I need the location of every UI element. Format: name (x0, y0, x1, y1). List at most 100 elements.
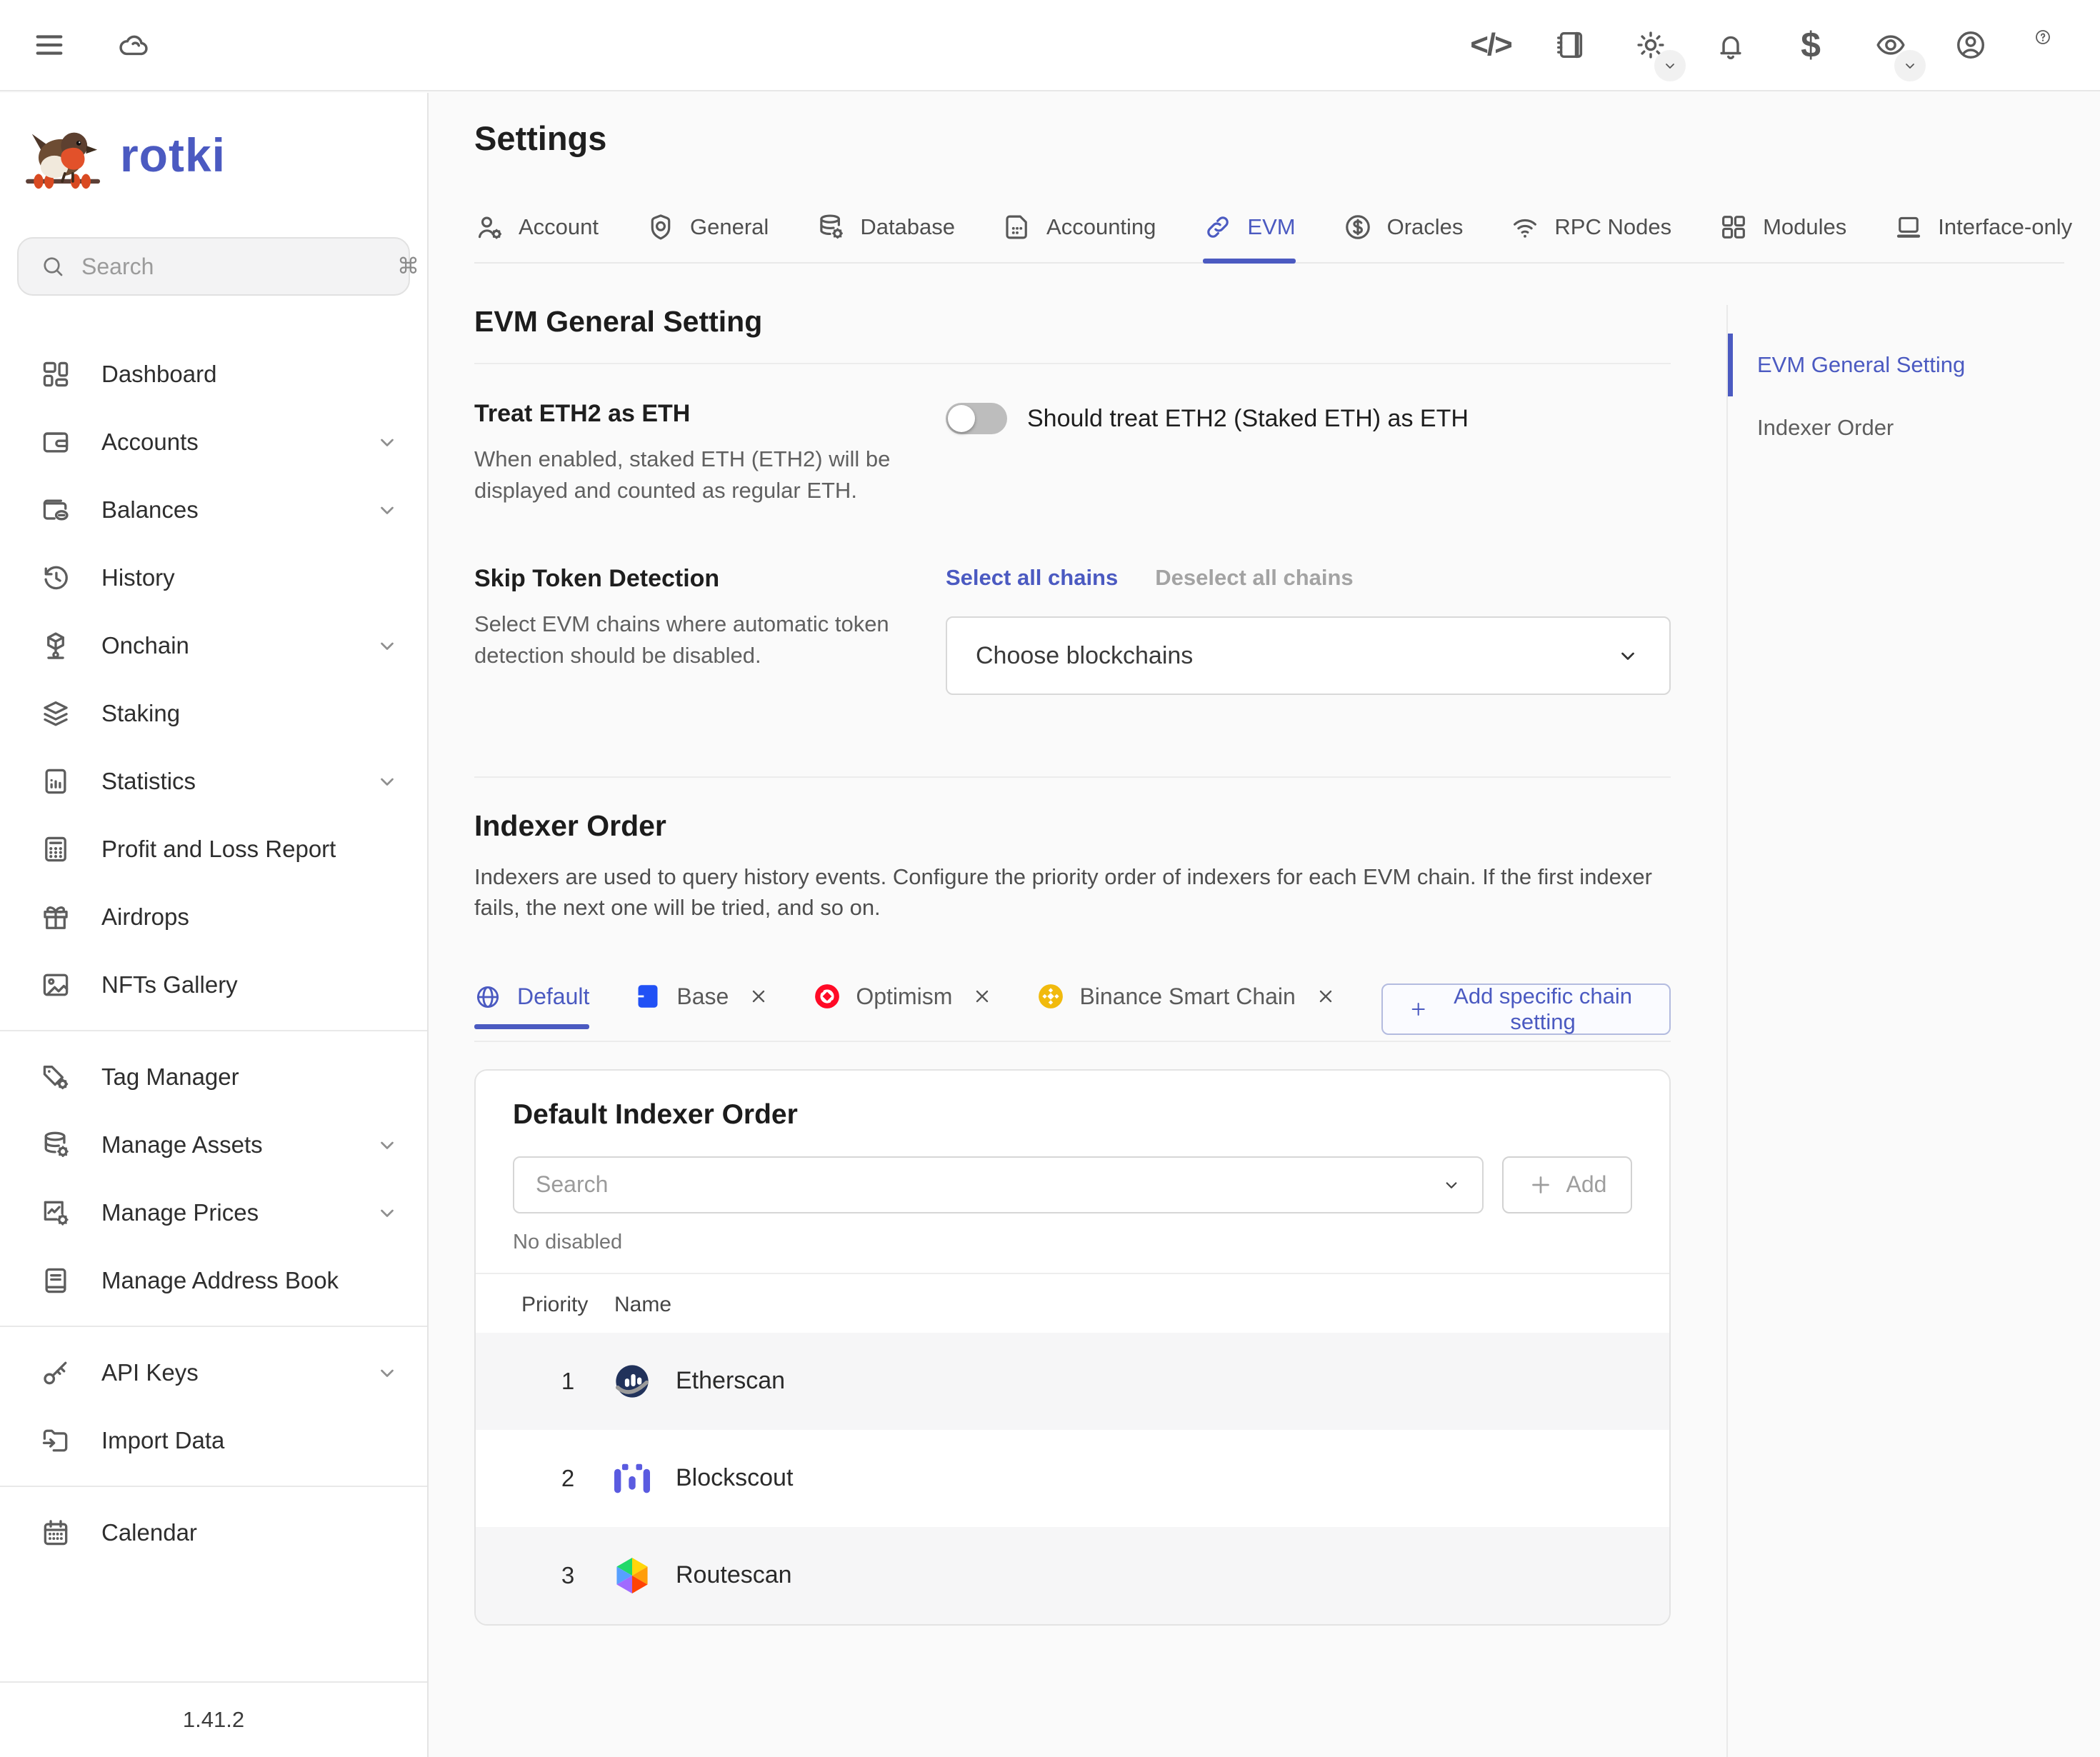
theme-dropdown-badge[interactable] (1654, 50, 1686, 81)
skip-token-setting: Skip Token Detection Select EVM chains w… (474, 538, 1671, 726)
chevron-down-icon[interactable] (374, 1360, 400, 1386)
sidebar-item-nfts-gallery[interactable]: NFTs Gallery (0, 951, 427, 1018)
file-dots-icon (1002, 212, 1032, 242)
logo[interactable]: rotki (0, 93, 427, 197)
indexer-search-select[interactable] (513, 1156, 1484, 1213)
privacy-dropdown-badge[interactable] (1894, 50, 1926, 81)
routescan-logo-icon (614, 1558, 650, 1593)
sidebar-item-import-data[interactable]: Import Data (0, 1406, 427, 1474)
menu-button[interactable] (29, 24, 70, 66)
add-indexer-button[interactable]: Add (1502, 1156, 1632, 1213)
sidebar-nav: Dashboard Accounts Balances History Onch… (0, 340, 427, 1566)
dashboard-grid-icon (40, 359, 71, 390)
journal-icon (1554, 29, 1587, 61)
add-specific-chain-button[interactable]: Add specific chain setting (1381, 983, 1671, 1035)
tab-modules[interactable]: Modules (1719, 212, 1846, 262)
sidebar-item-pnl-report[interactable]: Profit and Loss Report (0, 815, 427, 883)
chevron-down-icon[interactable] (374, 1132, 400, 1158)
sidebar-item-statistics[interactable]: Statistics (0, 747, 427, 815)
treat-eth2-setting: Treat ETH2 as ETH When enabled, staked E… (474, 364, 1671, 538)
chevron-down-icon (1901, 57, 1919, 74)
sidebar-item-accounts[interactable]: Accounts (0, 408, 427, 476)
treat-eth2-toggle[interactable] (946, 403, 1007, 434)
plus-icon (1409, 997, 1428, 1021)
select-all-chains-link[interactable]: Select all chains (946, 565, 1118, 591)
column-priority: Priority (521, 1293, 614, 1317)
chain-tab-label: Base (676, 983, 729, 1010)
account-button[interactable] (1950, 24, 1991, 66)
sidebar-item-manage-assets[interactable]: Manage Assets (0, 1111, 427, 1178)
sidebar-item-staking[interactable]: Staking (0, 679, 427, 747)
dev-console-button[interactable]: </> (1470, 24, 1511, 66)
section-nav-indexer-order[interactable]: Indexer Order (1728, 396, 2071, 459)
tag-gear-icon (40, 1061, 71, 1093)
help-button[interactable] (2030, 24, 2071, 66)
chain-tab-base[interactable]: Base (635, 983, 769, 1028)
sidebar-item-label: API Keys (101, 1359, 374, 1386)
chain-tab-optimism[interactable]: Optimism (814, 983, 992, 1028)
chain-tab-binance-smart-chain[interactable]: Binance Smart Chain (1038, 983, 1335, 1028)
chevron-down-icon (1661, 57, 1679, 74)
divider (0, 1486, 427, 1487)
currency-button[interactable]: $ (1790, 24, 1831, 66)
sidebar-item-history[interactable]: History (0, 544, 427, 611)
tab-accounting[interactable]: Accounting (1002, 212, 1156, 262)
close-icon[interactable] (749, 986, 769, 1006)
indexer-search-input[interactable] (536, 1171, 1441, 1198)
tab-rpc-nodes[interactable]: RPC Nodes (1510, 212, 1671, 262)
key-icon (40, 1357, 71, 1388)
shield-icon (646, 212, 676, 242)
chevron-down-icon[interactable] (374, 1200, 400, 1226)
tab-general[interactable]: General (646, 212, 769, 262)
tab-interface-only[interactable]: Interface-only (1894, 212, 2072, 262)
sidebar-item-api-keys[interactable]: API Keys (0, 1338, 427, 1406)
sidebar-item-tag-manager[interactable]: Tag Manager (0, 1043, 427, 1111)
page-title: Settings (474, 119, 2100, 158)
deselect-all-chains-link[interactable]: Deselect all chains (1155, 565, 1353, 591)
table-row[interactable]: 1 Etherscan (476, 1333, 1669, 1430)
sidebar-item-onchain[interactable]: Onchain (0, 611, 427, 679)
chevron-down-icon[interactable] (374, 429, 400, 455)
sidebar-search[interactable]: ⌘ / (17, 237, 410, 296)
sidebar-item-manage-address-book[interactable]: Manage Address Book (0, 1246, 427, 1314)
tab-database[interactable]: Database (816, 212, 955, 262)
address-book-icon (40, 1265, 71, 1296)
notifications-button[interactable] (1710, 24, 1751, 66)
tab-account[interactable]: Account (474, 212, 599, 262)
skip-token-description: Select EVM chains where automatic token … (474, 609, 921, 671)
table-row[interactable]: 3 Routescan (476, 1527, 1669, 1624)
tab-label: RPC Nodes (1554, 214, 1671, 240)
optimism-logo-icon (814, 983, 840, 1009)
choose-blockchains-select[interactable]: Choose blockchains (946, 616, 1671, 695)
tab-label: Accounting (1046, 214, 1156, 240)
sidebar-item-balances[interactable]: Balances (0, 476, 427, 544)
table-row[interactable]: 2 Blockscout (476, 1430, 1669, 1527)
theme-button[interactable] (1630, 24, 1671, 66)
journal-button[interactable] (1550, 24, 1591, 66)
privacy-mode-button[interactable] (1870, 24, 1911, 66)
database-gear-icon (40, 1129, 71, 1161)
column-name: Name (614, 1293, 671, 1317)
chevron-down-icon[interactable] (374, 497, 400, 523)
tab-evm[interactable]: EVM (1203, 212, 1295, 262)
section-nav-evm-general-setting[interactable]: EVM General Setting (1728, 334, 2071, 396)
close-icon[interactable] (972, 986, 992, 1006)
chevron-down-icon[interactable] (374, 769, 400, 794)
tab-oracles[interactable]: Oracles (1343, 212, 1464, 262)
priority-value: 1 (521, 1368, 614, 1395)
sidebar-item-airdrops[interactable]: Airdrops (0, 883, 427, 951)
chain-tabs: Default Base Optimism Binance Smart Chai… (474, 983, 1671, 1035)
sidebar-item-label: NFTs Gallery (101, 971, 400, 998)
cloud-sync-button[interactable] (113, 24, 154, 66)
chevron-down-icon[interactable] (374, 633, 400, 659)
chain-tab-default[interactable]: Default (474, 983, 589, 1029)
add-indexer-label: Add (1566, 1171, 1607, 1198)
sidebar-item-calendar[interactable]: Calendar (0, 1498, 427, 1566)
sidebar-item-label: Manage Prices (101, 1199, 374, 1226)
sidebar-item-manage-prices[interactable]: Manage Prices (0, 1178, 427, 1246)
priority-value: 3 (521, 1562, 614, 1589)
close-icon[interactable] (1316, 986, 1336, 1006)
search-input[interactable] (81, 254, 381, 280)
indexer-name: Etherscan (676, 1367, 785, 1395)
sidebar-item-dashboard[interactable]: Dashboard (0, 340, 427, 408)
